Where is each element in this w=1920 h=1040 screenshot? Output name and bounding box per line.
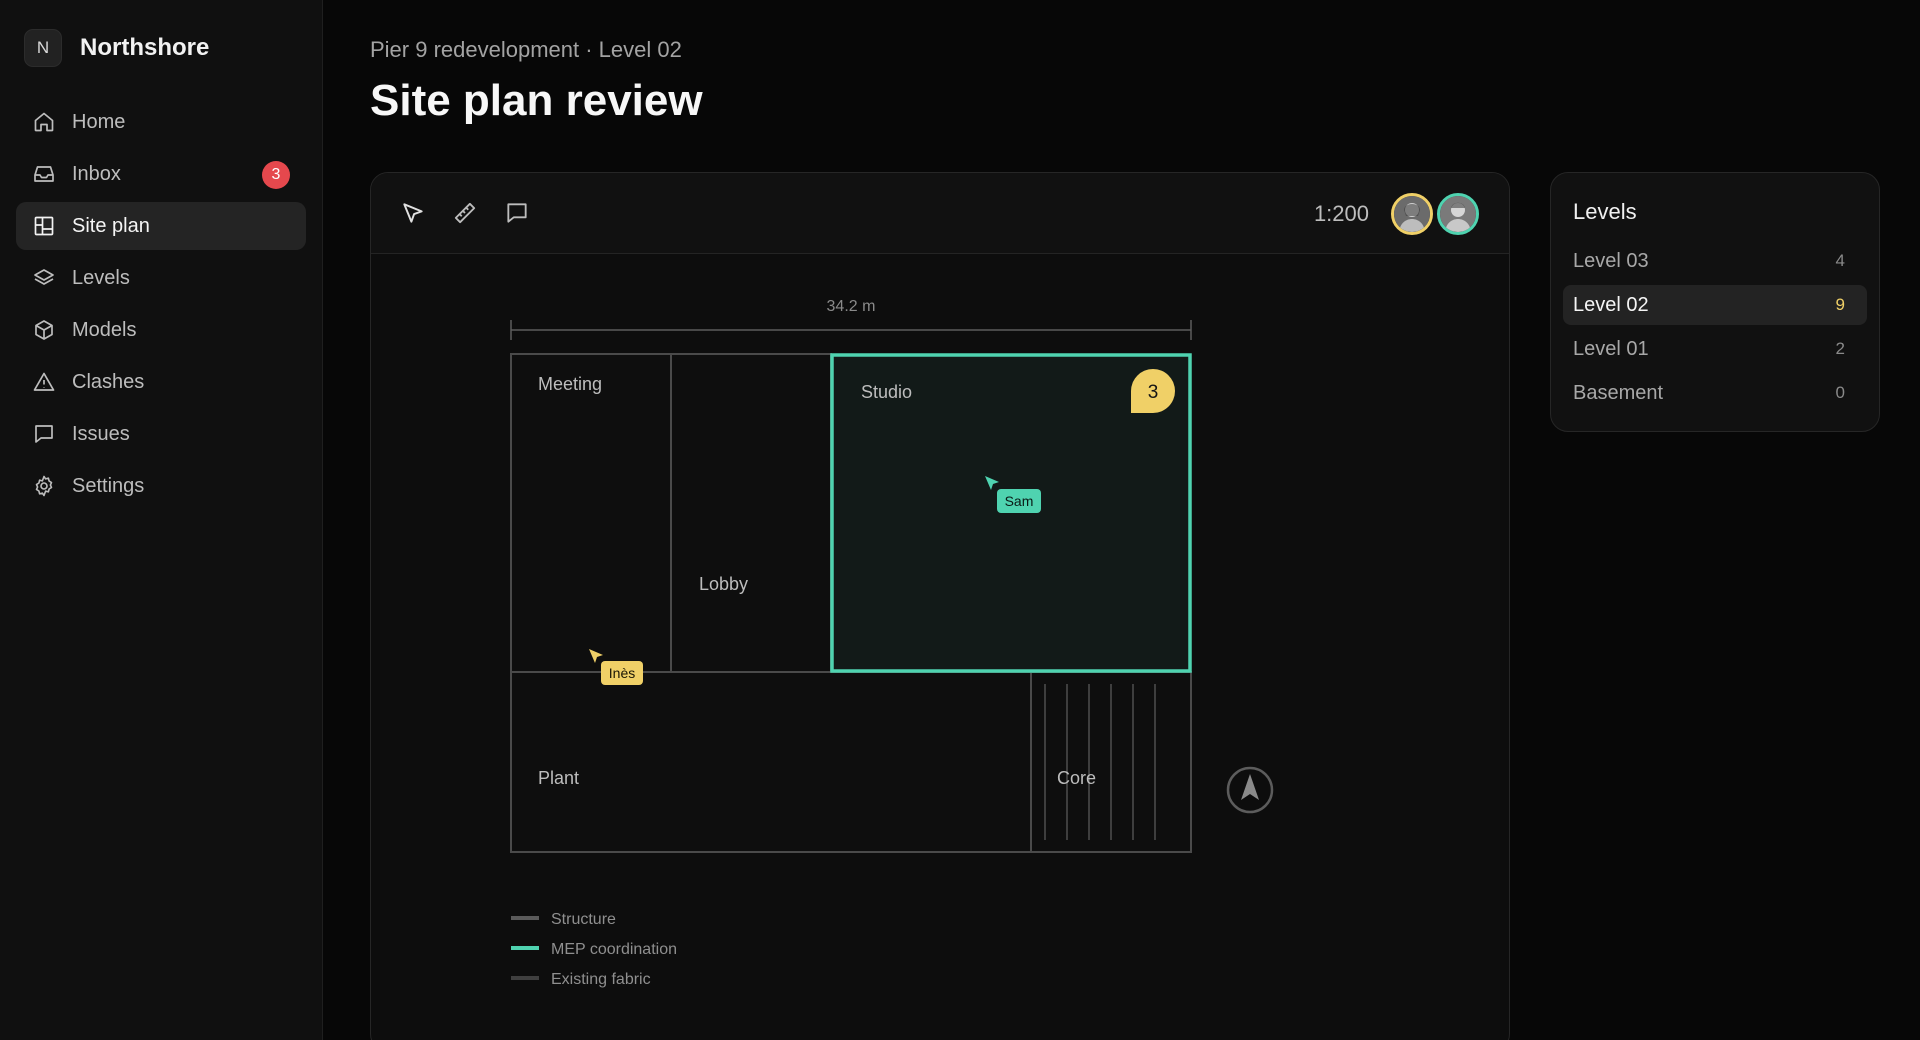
avatar-yellow[interactable] [1391, 193, 1433, 235]
sidebar: N Northshore Home Inbox 3 Site plan Leve… [0, 0, 323, 1040]
chat-icon [32, 422, 56, 446]
plan-legend: Structure MEP coordination Existing fabr… [511, 911, 677, 988]
person-icon [1440, 196, 1476, 232]
level-name: Level 03 [1573, 249, 1649, 272]
layers-icon [32, 266, 56, 290]
cube-icon [32, 318, 56, 342]
legend-label-structure: Structure [551, 911, 616, 928]
brand[interactable]: N Northshore [24, 28, 298, 68]
collaborator-avatars [1387, 193, 1479, 235]
pointer-icon [403, 203, 423, 223]
sidebar-item-label: Issues [72, 422, 130, 445]
brand-logo: N [24, 29, 62, 67]
dimension-label: 34.2 m [827, 298, 876, 315]
sidebar-item-label: Clashes [72, 370, 145, 393]
person-icon [1394, 196, 1430, 232]
sidebar-item-models[interactable]: Models [16, 306, 306, 354]
legend-label-mep: MEP coordination [551, 941, 677, 958]
level-row-basement[interactable]: Basement 0 [1563, 373, 1867, 413]
level-name: Basement [1573, 381, 1664, 404]
gear-icon [32, 474, 56, 498]
level-name: Level 01 [1573, 337, 1649, 360]
room-lobby[interactable] [670, 353, 832, 673]
sidebar-item-label: Site plan [72, 214, 150, 237]
breadcrumb[interactable]: Pier 9 redevelopment · Level 02 [370, 37, 682, 63]
levels-panel-title: Levels [1573, 199, 1637, 224]
sidebar-item-levels[interactable]: Levels [16, 254, 306, 302]
inbox-count-badge: 3 [262, 161, 290, 189]
north-arrow-icon[interactable] [1226, 766, 1274, 814]
scale-indicator[interactable]: 1:200 [1314, 201, 1369, 227]
room-label-studio: Studio [861, 382, 912, 402]
avatar-teal[interactable] [1437, 193, 1479, 235]
sidebar-item-label: Home [72, 110, 126, 133]
comment-pin[interactable]: 3 [1131, 369, 1175, 413]
room-label-core: Core [1057, 768, 1096, 788]
brand-name: Northshore [80, 34, 210, 61]
levels-panel: Levels Level 03 4 Level 02 9 Level 01 2 … [1550, 172, 1880, 432]
cursor-label-ines: Inès [609, 665, 635, 681]
level-name: Level 02 [1573, 293, 1649, 316]
main-content: Pier 9 redevelopment · Level 02 Site pla… [323, 0, 1920, 1040]
inbox-icon [32, 162, 56, 186]
comment-count: 3 [1148, 382, 1159, 403]
sidebar-item-clashes[interactable]: Clashes [16, 358, 306, 406]
sidebar-item-label: Inbox [72, 162, 121, 185]
warning-icon [32, 370, 56, 394]
room-label-plant: Plant [538, 768, 579, 788]
level-count: 9 [1835, 295, 1845, 314]
level-count: 4 [1835, 251, 1845, 270]
sidebar-item-settings[interactable]: Settings [16, 462, 306, 510]
room-meeting[interactable] [510, 353, 672, 673]
page-title: Site plan review [370, 76, 703, 125]
app-root: N Northshore Home Inbox 3 Site plan Leve… [0, 0, 1920, 1040]
sidebar-item-issues[interactable]: Issues [16, 410, 306, 458]
level-row-level-03[interactable]: Level 03 4 [1563, 241, 1867, 281]
room-label-lobby: Lobby [699, 574, 748, 594]
floor-plan[interactable]: 34.2 m Meeting Lobby Studio Plant Core 3… [371, 254, 1510, 1034]
cursor-label-sam: Sam [1005, 493, 1034, 509]
legend-label-existing: Existing fabric [551, 971, 651, 988]
sidebar-item-inbox[interactable]: Inbox 3 [16, 150, 306, 198]
comment-icon [507, 203, 527, 223]
level-row-level-02[interactable]: Level 02 9 [1563, 285, 1867, 325]
sidebar-item-home[interactable]: Home [16, 98, 306, 146]
measure-tool-button[interactable] [445, 193, 485, 233]
sidebar-item-label: Models [72, 318, 137, 341]
level-count: 0 [1835, 383, 1845, 402]
sidebar-item-label: Settings [72, 474, 145, 497]
level-count: 2 [1835, 339, 1845, 358]
ruler-icon [454, 202, 476, 224]
sidebar-nav: Home Inbox 3 Site plan Levels Models Cla… [16, 98, 306, 510]
sidebar-item-label: Levels [72, 266, 130, 289]
sidebar-item-site-plan[interactable]: Site plan [16, 202, 306, 250]
room-label-meeting: Meeting [538, 374, 602, 394]
select-tool-button[interactable] [393, 193, 433, 233]
site-plan-canvas: 1:200 34.2 m Meeting Lobby Studio Plant … [370, 172, 1510, 1040]
home-icon [32, 110, 56, 134]
layout-icon [32, 214, 56, 238]
level-row-level-01[interactable]: Level 01 2 [1563, 329, 1867, 369]
room-plant[interactable] [510, 671, 1032, 853]
comment-tool-button[interactable] [497, 193, 537, 233]
canvas-toolbar: 1:200 [371, 173, 1509, 254]
